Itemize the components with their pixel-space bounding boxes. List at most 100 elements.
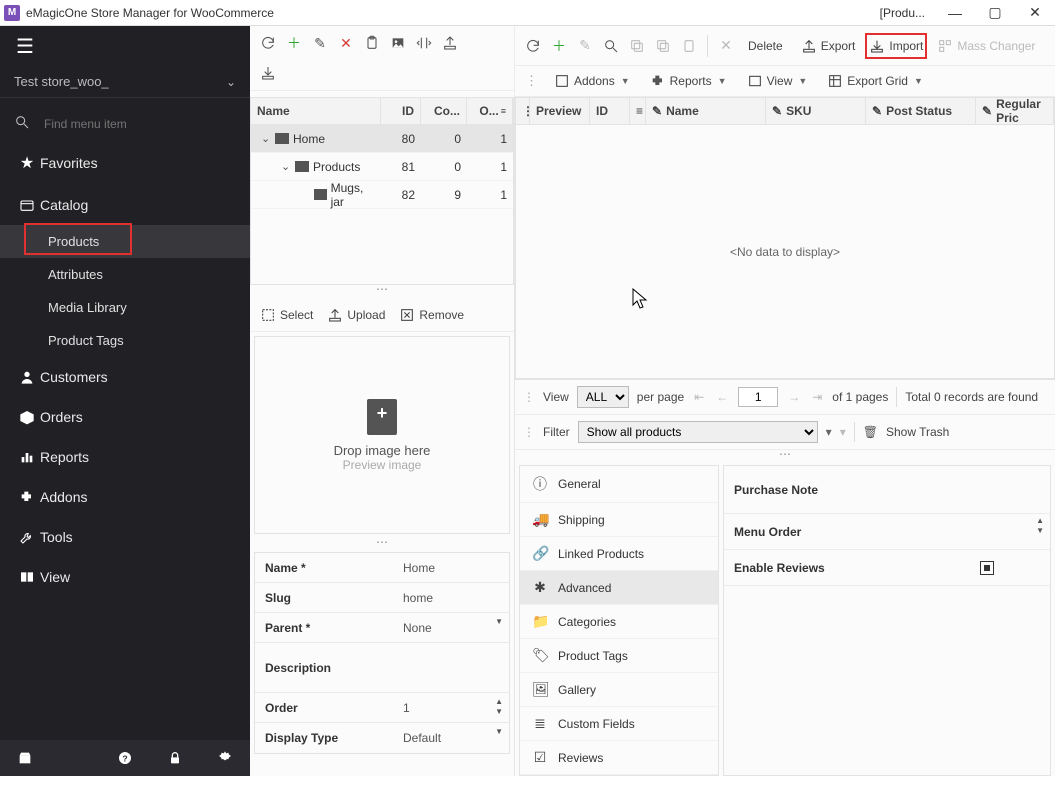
- category-grid-header: Name ID Co... O...≡: [250, 97, 514, 125]
- panel-resize-dots[interactable]: ⋯: [515, 450, 1055, 461]
- edit-button[interactable]: ✎: [308, 30, 332, 56]
- import-product-button[interactable]: Import: [865, 33, 927, 59]
- category-tree[interactable]: ⌄Home8001⌄Products8101Mugs, jar8291: [250, 125, 514, 285]
- image-dropzone[interactable]: Drop image here Preview image: [254, 336, 510, 534]
- col-id[interactable]: ID: [381, 98, 421, 124]
- copy-button[interactable]: [625, 33, 649, 59]
- col-name[interactable]: Name: [251, 98, 381, 124]
- sidebar-item-view[interactable]: View: [0, 557, 250, 597]
- sidebar-lock-button[interactable]: [150, 740, 200, 776]
- form-value-slug[interactable]: home: [395, 585, 509, 611]
- pager-prev-button[interactable]: ←: [714, 390, 730, 404]
- pager-first-button[interactable]: ⇤: [692, 390, 706, 404]
- sidebar-settings-button[interactable]: [200, 740, 250, 776]
- export-cat-button[interactable]: [438, 30, 462, 56]
- window-close-button[interactable]: ✕: [1015, 0, 1055, 26]
- add-button[interactable]: ＋: [282, 30, 306, 56]
- category-row[interactable]: Mugs, jar8291: [251, 181, 513, 209]
- vtab-linked-products[interactable]: 🔗Linked Products: [520, 537, 718, 571]
- sidebar-sub-media-library[interactable]: Media Library: [0, 291, 250, 324]
- panel-resize-dots[interactable]: ⋯: [250, 285, 514, 299]
- delete-product-button[interactable]: Delete: [740, 33, 791, 59]
- drag-dots-icon[interactable]: ⋮: [523, 425, 535, 439]
- refresh-button[interactable]: [256, 30, 280, 56]
- filter-clear-icon[interactable]: ▾: [840, 425, 846, 439]
- sidebar-store-button[interactable]: [0, 740, 50, 776]
- select-image-button[interactable]: Select: [260, 307, 313, 323]
- delete-button[interactable]: ✕: [334, 30, 358, 56]
- sidebar-search[interactable]: [0, 106, 250, 141]
- add-product-button[interactable]: ＋: [547, 33, 571, 59]
- panel-resize-dots[interactable]: ⋯: [250, 538, 514, 552]
- col-prod-name[interactable]: ✎Name: [646, 98, 766, 124]
- search-input[interactable]: [44, 117, 236, 131]
- sidebar-sub-products[interactable]: Products: [0, 225, 250, 258]
- vtab-advanced[interactable]: ✱Advanced: [520, 571, 718, 605]
- enable-reviews-checkbox[interactable]: [980, 561, 994, 575]
- form-value-display[interactable]: Default▼: [395, 725, 509, 751]
- sidebar-sub-product-tags[interactable]: Product Tags: [0, 324, 250, 357]
- vtab-general[interactable]: ⓘGeneral: [520, 466, 718, 503]
- clone-button[interactable]: [651, 33, 675, 59]
- paste-button[interactable]: [360, 30, 384, 56]
- sidebar-item-orders[interactable]: Orders: [0, 397, 250, 437]
- sidebar-help-button[interactable]: ?: [100, 740, 150, 776]
- paste-prod-button[interactable]: [677, 33, 701, 59]
- show-trash-button[interactable]: Show Trash: [886, 425, 949, 439]
- vtab-custom-fields[interactable]: ≣Custom Fields: [520, 707, 718, 741]
- col-sku[interactable]: ✎SKU: [766, 98, 866, 124]
- filter-select[interactable]: Show all products: [578, 421, 818, 443]
- window-minimize-button[interactable]: —: [935, 0, 975, 26]
- vtab-reviews[interactable]: ☑Reviews: [520, 741, 718, 775]
- pager-perpage-select[interactable]: ALL: [577, 386, 629, 408]
- drag-dots-icon[interactable]: ⋮: [521, 73, 542, 89]
- mass-changer-button[interactable]: Mass Changer: [929, 33, 1043, 59]
- form-value-name[interactable]: Home: [395, 555, 509, 581]
- sidebar-item-tools[interactable]: Tools: [0, 517, 250, 557]
- pager-next-button[interactable]: →: [786, 390, 802, 404]
- edit-product-button[interactable]: ✎: [573, 33, 597, 59]
- col-regular-price[interactable]: ✎Regular Pric: [976, 98, 1054, 124]
- col-order[interactable]: O...≡: [467, 98, 513, 124]
- columns-button[interactable]: [412, 30, 436, 56]
- sidebar-item-favorites[interactable]: ★ Favorites: [0, 141, 250, 185]
- search-product-button[interactable]: [599, 33, 623, 59]
- form-value-parent[interactable]: None▼: [395, 615, 509, 641]
- drag-dots-icon[interactable]: ⋮: [523, 390, 535, 404]
- star-icon: ★: [14, 153, 40, 173]
- sidebar-item-catalog[interactable]: Catalog: [0, 185, 250, 225]
- vtab-gallery[interactable]: 🖼Gallery: [520, 673, 718, 707]
- sidebar-item-customers[interactable]: Customers: [0, 357, 250, 397]
- pager-last-button[interactable]: ⇥: [810, 390, 824, 404]
- sidebar-item-addons[interactable]: Addons: [0, 477, 250, 517]
- export-product-button[interactable]: Export: [793, 33, 864, 59]
- filter-funnel-icon[interactable]: ▾: [826, 425, 832, 439]
- col-count[interactable]: Co...: [421, 98, 467, 124]
- refresh-products-button[interactable]: [521, 33, 545, 59]
- col-post-status[interactable]: ✎Post Status: [866, 98, 976, 124]
- remove-image-button[interactable]: Remove: [399, 307, 464, 323]
- export-grid-dropdown[interactable]: Export Grid▼: [819, 70, 931, 92]
- category-row[interactable]: ⌄Products8101: [251, 153, 513, 181]
- col-preview[interactable]: Preview: [530, 98, 590, 124]
- vtab-shipping[interactable]: 🚚Shipping: [520, 503, 718, 537]
- form-value-order[interactable]: 1▲▼: [395, 695, 509, 721]
- col-prod-id[interactable]: ID: [590, 98, 630, 124]
- sidebar-sub-attributes[interactable]: Attributes: [0, 258, 250, 291]
- import-cat-button[interactable]: [256, 60, 280, 86]
- image-button[interactable]: [386, 30, 410, 56]
- pager-page-input[interactable]: [738, 387, 778, 407]
- form-value-description[interactable]: [395, 662, 509, 674]
- category-row[interactable]: ⌄Home8001: [251, 125, 513, 153]
- addons-dropdown[interactable]: Addons▼: [546, 70, 638, 92]
- window-maximize-button[interactable]: ▢: [975, 0, 1015, 26]
- vtab-categories[interactable]: 📁Categories: [520, 605, 718, 639]
- view-dropdown[interactable]: View▼: [739, 70, 816, 92]
- sidebar-item-reports[interactable]: Reports: [0, 437, 250, 477]
- vtab-product-tags[interactable]: 🏷Product Tags: [520, 639, 718, 673]
- hamburger-menu-button[interactable]: ☰: [0, 26, 250, 66]
- store-dropdown-icon[interactable]: ⌄: [226, 75, 236, 89]
- filter-icon[interactable]: ≡: [636, 104, 643, 118]
- upload-image-button[interactable]: Upload: [327, 307, 385, 323]
- reports-dropdown[interactable]: Reports▼: [642, 70, 735, 92]
